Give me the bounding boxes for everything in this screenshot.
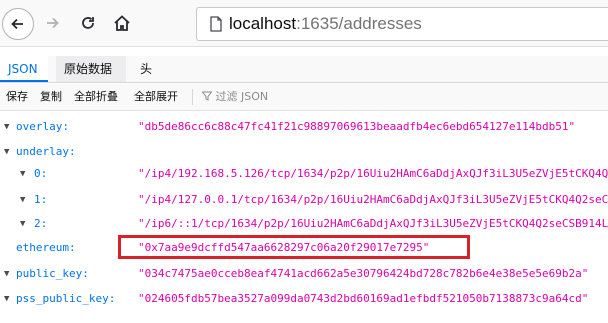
expand-toggle-icon[interactable]: ▼ [4, 262, 9, 286]
expand-toggle-icon[interactable]: ▼ [4, 115, 9, 139]
json-row-underlay[interactable]: ▼ underlay: [0, 140, 608, 164]
json-row-public-key[interactable]: ▼ public_key: "034c7475ae0cceb8eaf4741ac… [0, 262, 608, 286]
url-text: localhost:1635/addresses [229, 14, 422, 34]
browser-toolbar: localhost:1635/addresses [0, 0, 608, 47]
json-key: ethereum: [16, 241, 76, 254]
expand-toggle-icon[interactable]: ▼ [20, 162, 25, 186]
viewer-tabs: JSON 原始数据 头 [0, 56, 608, 83]
json-key: overlay: [16, 120, 69, 133]
forward-button[interactable] [40, 8, 64, 38]
expand-all-button[interactable]: 全部展开 [134, 84, 178, 110]
json-key: 2: [34, 217, 48, 230]
json-row-overlay[interactable]: ▼ overlay: "db5de86cc6c88c47fc41f21c9889… [0, 115, 608, 139]
json-row-underlay-1[interactable]: ▼ 1: "/ip4/127.0.0.1/tcp/1634/p2p/16Uiu2… [0, 188, 608, 212]
back-button[interactable] [2, 8, 34, 40]
json-key: public_key: [16, 267, 89, 280]
expand-toggle-icon[interactable]: ▼ [20, 188, 25, 212]
tab-raw-data[interactable]: 原始数据 [56, 56, 126, 82]
json-key: pss_public_key: [16, 292, 116, 305]
forward-arrow-icon [47, 17, 59, 29]
toolbar-divider [192, 89, 193, 105]
expand-toggle-icon[interactable]: ▼ [4, 287, 9, 311]
json-value: "024605fdb57bea3527a099da0743d2bd60169ad… [138, 292, 589, 305]
collapse-all-button[interactable]: 全部折叠 [74, 84, 118, 110]
save-button[interactable]: 保存 [6, 84, 28, 110]
filter-icon [201, 91, 213, 101]
page-info-icon[interactable] [209, 16, 223, 32]
json-key: underlay: [16, 145, 76, 158]
filter-placeholder: 过滤 JSON [215, 90, 269, 103]
json-value: "db5de86cc6c88c47fc41f21c98897069613beaa… [138, 120, 576, 133]
json-row-underlay-2[interactable]: ▼ 2: "/ip6/::1/tcp/1634/p2p/16Uiu2HAmC6a… [0, 212, 608, 236]
back-arrow-icon [11, 18, 23, 30]
json-row-underlay-0[interactable]: ▼ 0: "/ip4/192.168.5.126/tcp/1634/p2p/16… [0, 162, 608, 186]
home-icon [114, 15, 130, 31]
json-toolbar: 保存 复制 全部折叠 全部展开 过滤 JSON [0, 84, 608, 111]
json-key: 1: [34, 193, 48, 206]
json-row-pss-public-key[interactable]: ▼ pss_public_key: "024605fdb57bea3527a09… [0, 287, 608, 311]
filter-json-input[interactable]: 过滤 JSON [201, 84, 269, 110]
url-bar[interactable]: localhost:1635/addresses [196, 7, 608, 41]
copy-button[interactable]: 复制 [40, 84, 62, 110]
highlight-box [118, 235, 470, 259]
json-value: "/ip6/::1/tcp/1634/p2p/16Uiu2HAmC6aDdjAx… [138, 217, 608, 230]
reload-icon [82, 17, 94, 29]
tab-headers[interactable]: 头 [132, 56, 162, 82]
json-value: "/ip4/192.168.5.126/tcp/1634/p2p/16Uiu2H… [138, 167, 608, 180]
tab-json[interactable]: JSON [0, 56, 48, 82]
url-path: :1635/addresses [296, 14, 422, 33]
json-value: "/ip4/127.0.0.1/tcp/1634/p2p/16Uiu2HAmC6… [138, 193, 608, 206]
expand-toggle-icon[interactable]: ▼ [4, 140, 9, 164]
home-button[interactable] [110, 8, 134, 38]
json-value: "034c7475ae0cceb8eaf4741acd662a5e3079642… [138, 267, 589, 280]
reload-button[interactable] [76, 8, 100, 38]
json-key: 0: [34, 167, 48, 180]
url-host: localhost [229, 14, 297, 33]
expand-toggle-icon[interactable]: ▼ [20, 212, 25, 236]
